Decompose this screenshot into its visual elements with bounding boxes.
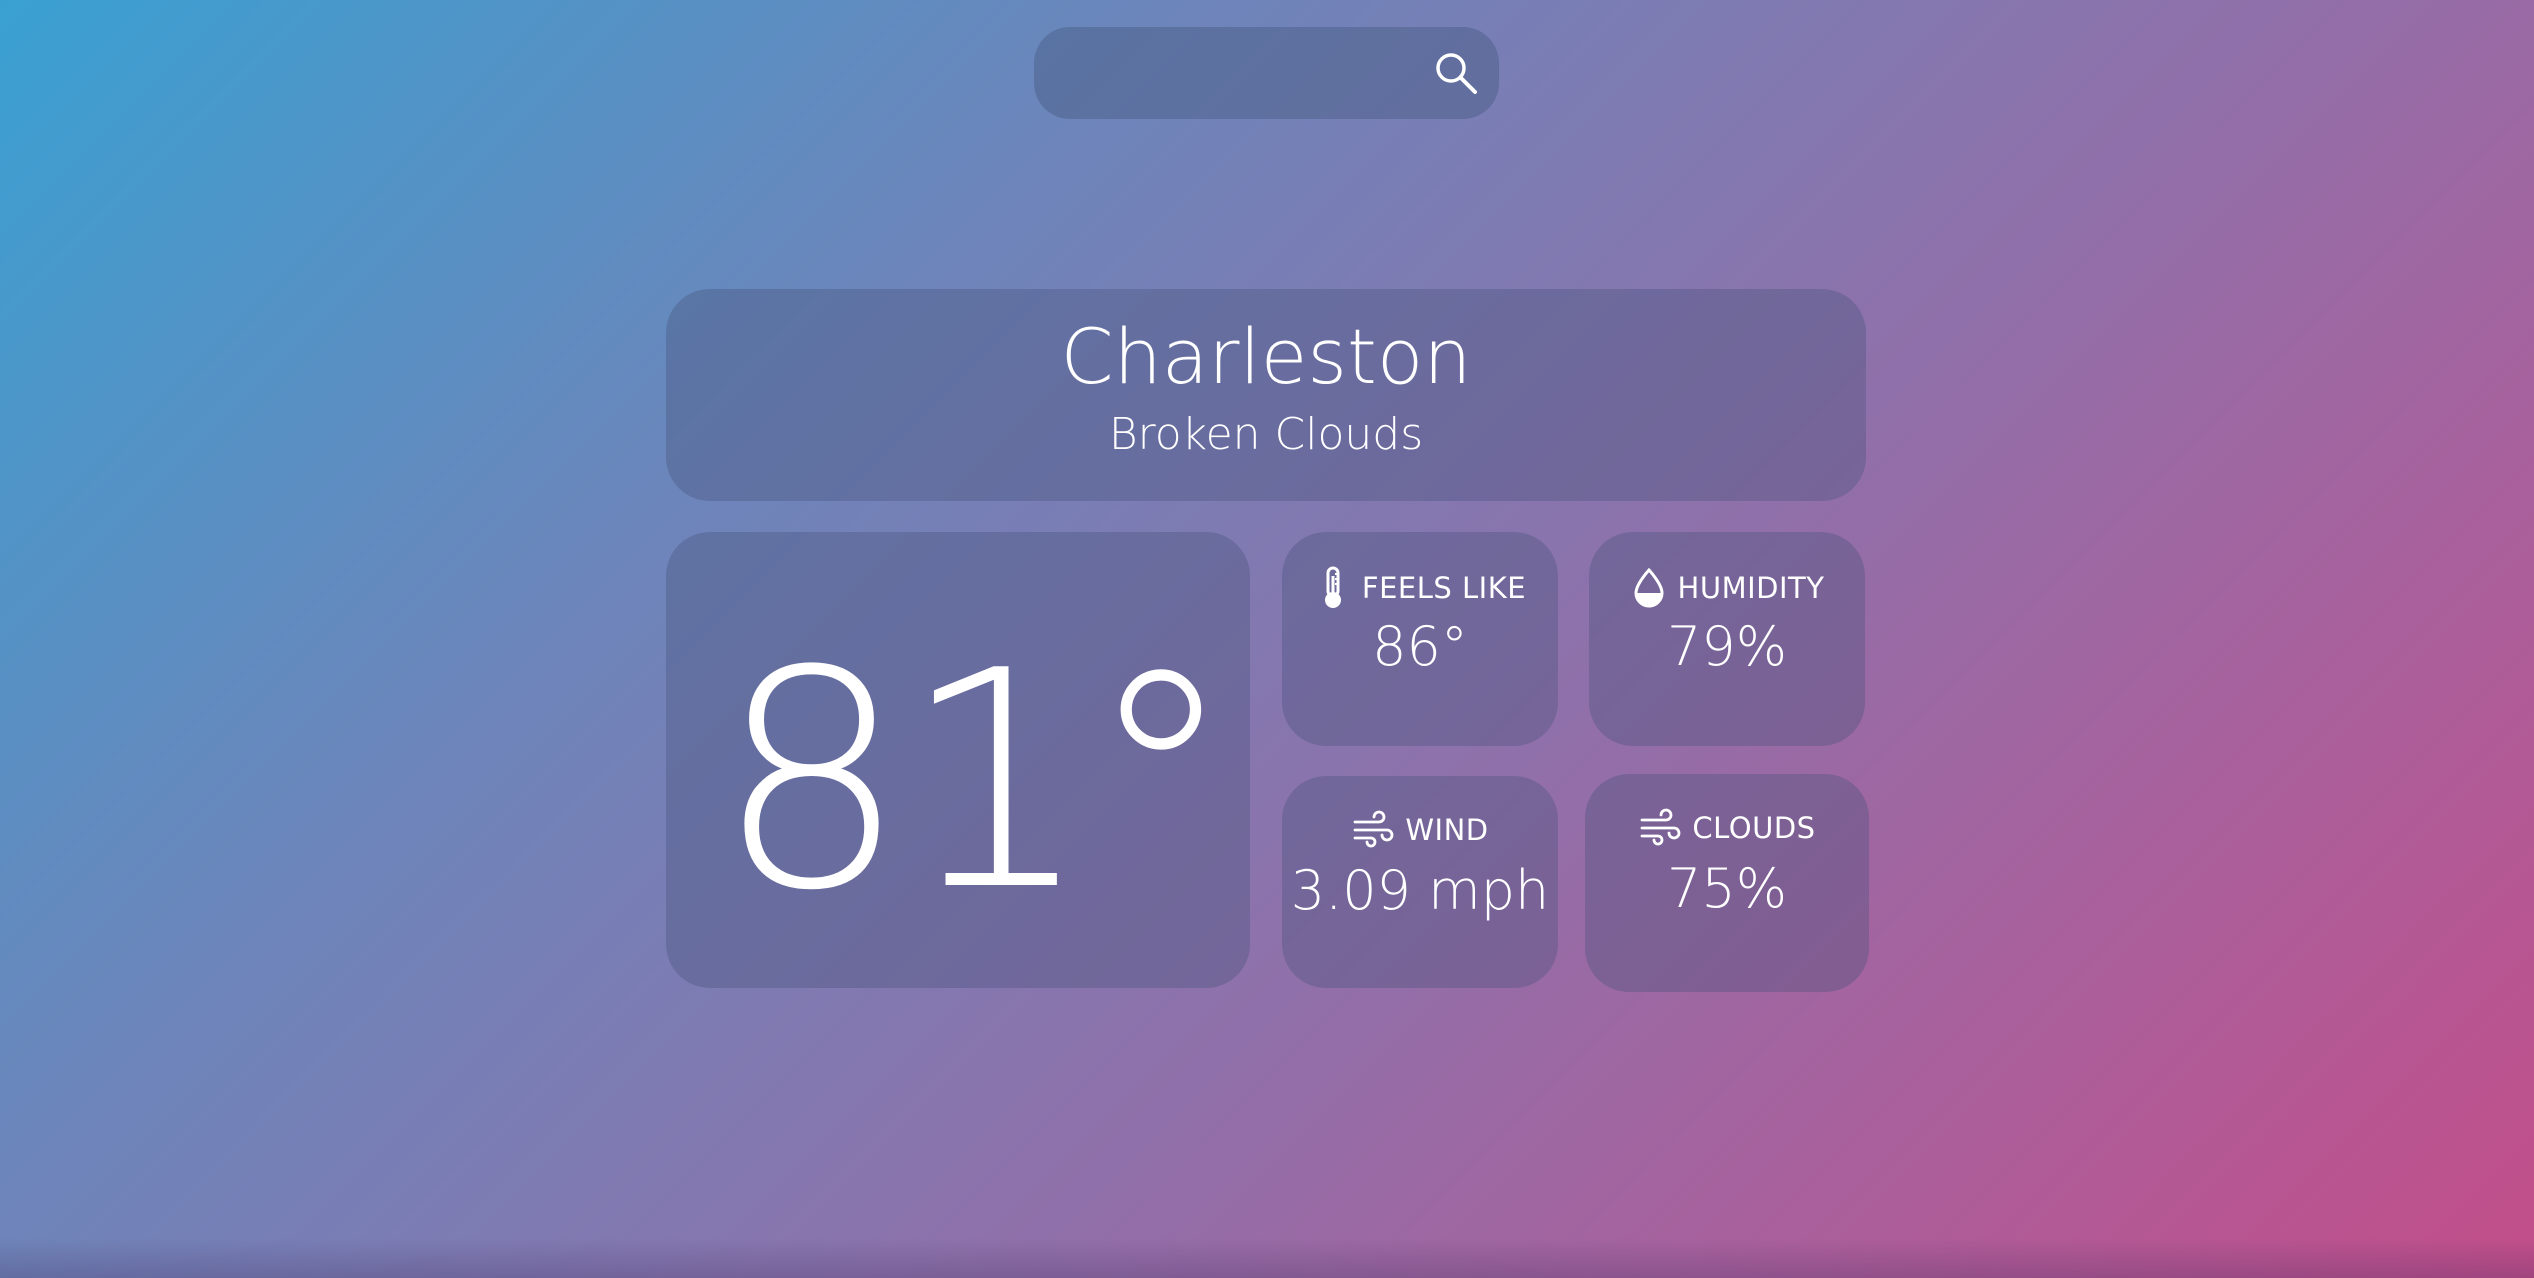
feels-like-card: FEELS LIKE 86° (1282, 532, 1558, 746)
droplet-icon (1634, 567, 1664, 608)
clouds-label: CLOUDS (1692, 811, 1816, 845)
location-card: Charleston Broken Clouds (666, 289, 1866, 501)
clouds-value: 75% (1666, 857, 1788, 920)
feels-like-label: FEELS LIKE (1361, 571, 1527, 605)
humidity-label: HUMIDITY (1677, 571, 1825, 605)
thermometer-icon (1324, 566, 1341, 608)
search-bar[interactable] (1034, 27, 1499, 121)
search-icon[interactable] (1430, 47, 1482, 99)
clouds-header: CLOUDS (1585, 808, 1869, 848)
humidity-card: HUMIDITY 79% (1589, 532, 1865, 746)
current-temperature: 81° (716, 607, 1236, 956)
feels-like-value: 86° (1372, 615, 1468, 678)
clouds-card: CLOUDS 75% (1585, 774, 1869, 992)
temperature-card: 81° (666, 532, 1250, 988)
wind-header: WIND (1282, 810, 1558, 850)
wind-label: WIND (1405, 813, 1489, 847)
wind-card: WIND 3.09 mph (1282, 776, 1558, 988)
wind-value: 3.09 mph (1290, 859, 1550, 922)
wind-icon (1641, 808, 1681, 846)
wind-icon (1353, 810, 1394, 848)
feels-like-header: FEELS LIKE (1282, 566, 1558, 610)
weather-condition: Broken Clouds (1108, 409, 1424, 460)
bottom-shade (0, 1238, 2534, 1278)
humidity-header: HUMIDITY (1589, 566, 1865, 610)
search-input[interactable] (1064, 27, 1428, 121)
city-name: Charleston (1060, 312, 1472, 401)
humidity-value: 79% (1666, 615, 1788, 678)
